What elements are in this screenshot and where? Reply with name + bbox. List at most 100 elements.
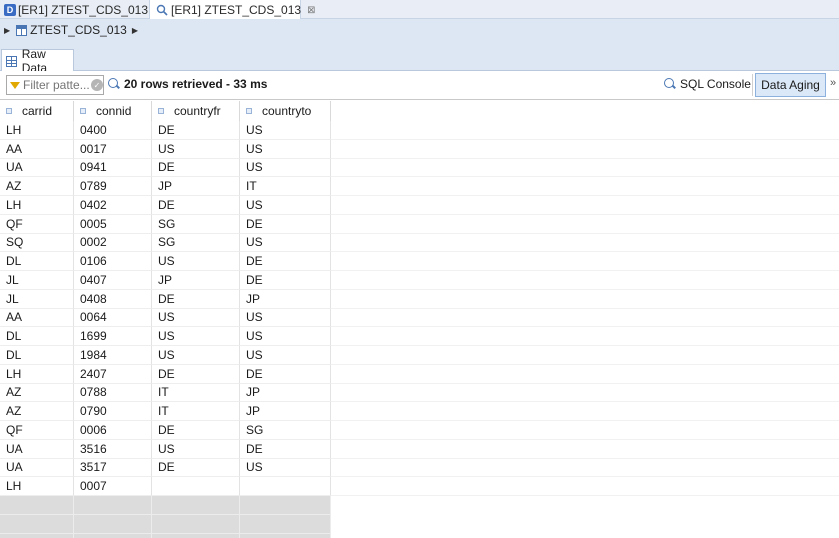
table-cell-countryfr[interactable]: US (152, 308, 240, 328)
table-cell-connid[interactable]: 0106 (74, 252, 152, 271)
column-header-countryto[interactable]: countryto (240, 101, 331, 121)
table-row[interactable]: LH 0400 DE US (0, 121, 839, 140)
table-row[interactable]: DL 1984 US US (0, 346, 839, 365)
table-row[interactable]: DL 1699 US US (0, 327, 839, 346)
tab-raw-data[interactable]: Raw Data (1, 47, 74, 75)
table-row[interactable]: UA 0941 DE US (0, 158, 839, 178)
table-cell-connid[interactable]: 3516 (74, 439, 152, 459)
table-cell-connid[interactable]: 0005 (74, 214, 152, 234)
table-cell-countryfr[interactable]: JP (152, 177, 240, 196)
table-cell-countryto[interactable] (240, 477, 331, 496)
table-cell-countryfr[interactable]: US (152, 252, 240, 271)
table-cell-countryto[interactable]: US (240, 308, 331, 328)
table-cell-carrid[interactable]: UA (0, 439, 74, 459)
table-cell-countryto[interactable]: DE (240, 271, 331, 290)
table-cell-countryto[interactable]: US (240, 139, 331, 159)
table-cell-countryto[interactable]: US (240, 196, 331, 215)
table-cell-countryto[interactable]: US (240, 158, 331, 178)
table-cell-countryto[interactable]: DE (240, 439, 331, 459)
expand-triangle-icon[interactable]: ▶ (4, 26, 10, 35)
table-cell-connid[interactable]: 0941 (74, 158, 152, 178)
table-cell-connid[interactable]: 0408 (74, 289, 152, 309)
table-cell-countryfr[interactable]: US (152, 346, 240, 365)
table-cell-connid[interactable]: 0064 (74, 308, 152, 328)
table-cell-countryfr[interactable]: DE (152, 364, 240, 384)
table-cell-connid[interactable]: 2407 (74, 364, 152, 384)
table-cell-countryfr[interactable]: IT (152, 402, 240, 421)
table-cell-countryfr[interactable]: US (152, 139, 240, 159)
breadcrumb-item[interactable]: ZTEST_CDS_013 (30, 23, 127, 37)
table-cell-carrid[interactable]: DL (0, 327, 74, 346)
table-cell-connid[interactable]: 0402 (74, 196, 152, 215)
table-row[interactable]: AZ 0789 JP IT (0, 177, 839, 196)
table-cell-countryfr[interactable]: DE (152, 121, 240, 140)
table-cell-countryto[interactable]: JP (240, 289, 331, 309)
filter-input[interactable] (23, 78, 89, 92)
table-cell-carrid[interactable]: JL (0, 271, 74, 290)
table-cell-carrid[interactable]: AZ (0, 402, 74, 421)
table-cell-carrid[interactable]: UA (0, 458, 74, 478)
table-cell-countryfr[interactable]: DE (152, 421, 240, 440)
more-options-icon[interactable]: » (830, 77, 836, 89)
table-cell-carrid[interactable]: JL (0, 289, 74, 309)
editor-tab-data-preview[interactable]: [ER1] ZTEST_CDS_013 ⊠ (149, 0, 315, 20)
table-cell-countryto[interactable]: US (240, 458, 331, 478)
table-row[interactable]: AA 0017 US US (0, 139, 839, 159)
table-row[interactable]: JL 0408 DE JP (0, 289, 839, 309)
table-row[interactable]: QF 0006 DE SG (0, 421, 839, 440)
editor-tab-ddic[interactable]: D [ER1] ZTEST_CDS_013 (0, 0, 148, 19)
table-cell-countryfr[interactable]: DE (152, 158, 240, 178)
table-cell-connid[interactable]: 1984 (74, 346, 152, 365)
table-cell-connid[interactable]: 0788 (74, 383, 152, 403)
table-row[interactable]: QF 0005 SG DE (0, 214, 839, 234)
table-cell-countryto[interactable]: US (240, 327, 331, 346)
sql-console-button[interactable]: SQL Console (664, 77, 751, 91)
table-row[interactable]: DL 0106 US DE (0, 252, 839, 271)
table-cell-carrid[interactable]: LH (0, 364, 74, 384)
table-cell-connid[interactable]: 0789 (74, 177, 152, 196)
table-cell-carrid[interactable]: DL (0, 346, 74, 365)
table-row[interactable]: JL 0407 JP DE (0, 271, 839, 290)
data-aging-button[interactable]: Data Aging (755, 73, 826, 97)
table-cell-countryfr[interactable]: DE (152, 289, 240, 309)
table-cell-carrid[interactable]: QF (0, 214, 74, 234)
table-cell-countryfr[interactable]: JP (152, 271, 240, 290)
table-cell-carrid[interactable]: LH (0, 121, 74, 140)
table-cell-connid[interactable]: 0400 (74, 121, 152, 140)
table-cell-connid[interactable]: 0007 (74, 477, 152, 496)
table-cell-carrid[interactable]: AZ (0, 383, 74, 403)
table-cell-countryfr[interactable]: DE (152, 196, 240, 215)
table-cell-connid[interactable]: 0407 (74, 271, 152, 290)
table-cell-countryto[interactable]: IT (240, 177, 331, 196)
table-row[interactable]: AA 0064 US US (0, 308, 839, 328)
table-cell-carrid[interactable]: AA (0, 139, 74, 159)
table-row[interactable]: SQ 0002 SG US (0, 233, 839, 253)
table-row[interactable]: LH 2407 DE DE (0, 364, 839, 384)
column-header-carrid[interactable]: carrid (0, 101, 74, 121)
close-tab-icon[interactable]: ⊠ (307, 5, 315, 16)
table-cell-connid[interactable]: 0002 (74, 233, 152, 253)
table-cell-countryto[interactable]: DE (240, 252, 331, 271)
table-cell-carrid[interactable]: QF (0, 421, 74, 440)
table-cell-countryto[interactable]: US (240, 121, 331, 140)
table-row[interactable]: AZ 0788 IT JP (0, 383, 839, 403)
table-row[interactable]: AZ 0790 IT JP (0, 402, 839, 421)
table-cell-connid[interactable]: 0017 (74, 139, 152, 159)
clear-filter-icon[interactable]: ✓ (91, 79, 103, 91)
table-cell-countryto[interactable]: JP (240, 383, 331, 403)
table-cell-connid[interactable]: 1699 (74, 327, 152, 346)
table-row[interactable]: UA 3516 US DE (0, 439, 839, 459)
table-cell-countryto[interactable]: US (240, 346, 331, 365)
table-cell-countryto[interactable]: US (240, 233, 331, 253)
table-cell-countryto[interactable]: DE (240, 364, 331, 384)
table-cell-carrid[interactable]: LH (0, 477, 74, 496)
table-cell-connid[interactable]: 0006 (74, 421, 152, 440)
table-cell-countryfr[interactable]: SG (152, 214, 240, 234)
table-cell-countryfr[interactable]: US (152, 327, 240, 346)
table-cell-carrid[interactable]: AA (0, 308, 74, 328)
table-cell-countryfr[interactable]: DE (152, 458, 240, 478)
table-cell-countryto[interactable]: JP (240, 402, 331, 421)
column-header-countryfr[interactable]: countryfr (152, 101, 240, 121)
table-cell-carrid[interactable]: UA (0, 158, 74, 178)
table-cell-carrid[interactable]: LH (0, 196, 74, 215)
